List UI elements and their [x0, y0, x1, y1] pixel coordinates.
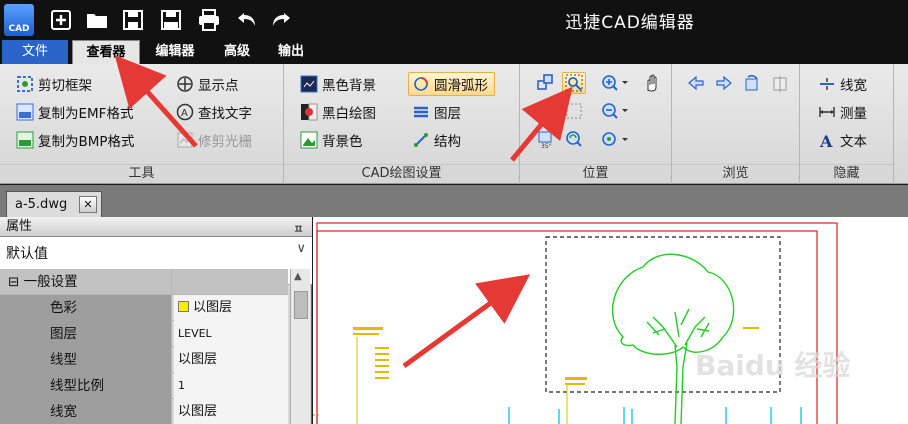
- annotation-arrow: [510, 86, 573, 162]
- annotation-arrow: [114, 55, 198, 148]
- annotation-arrow: [402, 274, 531, 369]
- annotation-overlay: [114, 55, 573, 369]
